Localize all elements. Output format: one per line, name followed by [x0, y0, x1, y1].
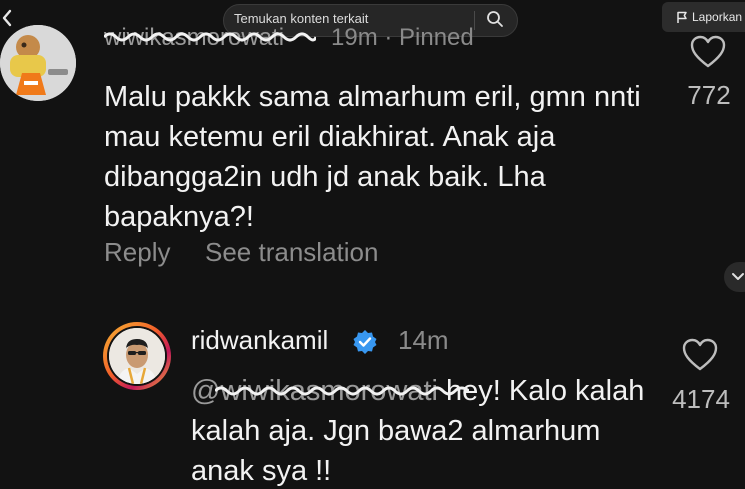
mention-redaction-scribble [215, 386, 469, 396]
avatar-image [0, 25, 76, 101]
search-icon[interactable] [486, 10, 504, 28]
reply-button[interactable]: Reply [104, 237, 170, 268]
reply-time: 14m [398, 325, 449, 355]
expand-button[interactable] [724, 262, 745, 292]
comment-meta: 19m · Pinned [331, 24, 474, 51]
verified-badge-icon [353, 330, 377, 354]
back-button[interactable] [0, 6, 14, 30]
reply-avatar[interactable] [103, 322, 171, 390]
flag-icon [677, 11, 687, 23]
search-divider [474, 11, 475, 30]
report-label: Laporkan [692, 10, 743, 24]
username-redaction-scribble [104, 32, 316, 42]
report-button[interactable]: Laporkan [662, 2, 745, 32]
heart-icon[interactable] [682, 338, 718, 372]
avatar[interactable] [0, 25, 76, 101]
avatar-image [109, 328, 165, 384]
comment-text: Malu pakkk sama almarhum eril, gmn nnti … [104, 81, 641, 233]
reply-username[interactable]: ridwankamil [191, 325, 328, 356]
chevron-left-icon [2, 9, 12, 27]
reply-like-count: 4174 [672, 384, 730, 414]
chevron-down-icon [732, 273, 744, 280]
see-translation-button[interactable]: See translation [205, 237, 378, 268]
heart-icon[interactable] [690, 35, 726, 69]
avatar-story-ring [107, 326, 167, 386]
like-count: 772 [687, 80, 731, 110]
